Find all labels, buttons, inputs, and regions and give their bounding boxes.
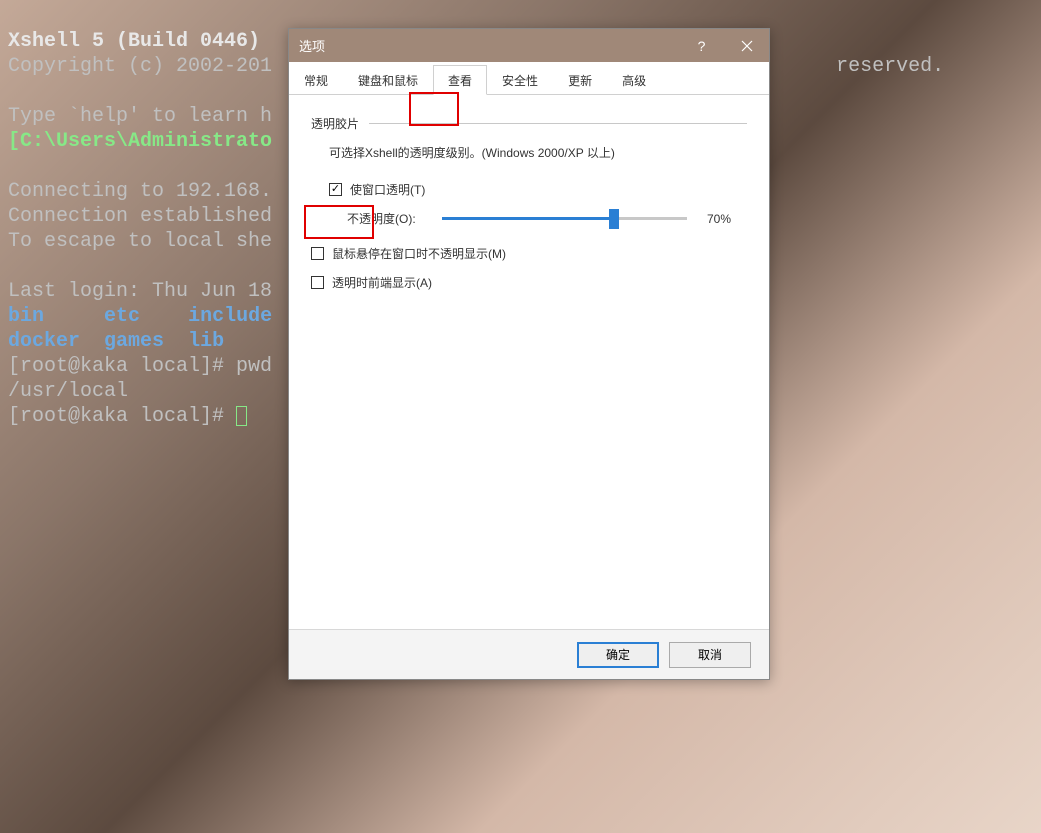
opacity-slider[interactable]	[442, 217, 687, 220]
tab-view[interactable]: 查看	[433, 65, 487, 95]
section-title: 透明胶片	[311, 115, 359, 132]
close-icon	[741, 40, 753, 52]
tab-security[interactable]: 安全性	[487, 65, 553, 94]
options-dialog: 选项 ? 常规 键盘和鼠标 查看 安全性 更新 高级 透明胶片 可选择Xshel…	[288, 28, 770, 680]
tab-keyboard-mouse[interactable]: 键盘和鼠标	[343, 65, 433, 94]
section-description: 可选择Xshell的透明度级别。(Windows 2000/XP 以上)	[329, 144, 747, 161]
terminal-cursor	[236, 406, 247, 426]
opacity-label: 不透明度(O):	[347, 210, 442, 227]
tab-update[interactable]: 更新	[553, 65, 607, 94]
dialog-button-bar: 确定 取消	[289, 629, 769, 679]
section-divider	[369, 123, 747, 124]
transparent-window-checkbox[interactable]	[329, 183, 342, 196]
always-on-top-label: 透明时前端显示(A)	[332, 274, 432, 291]
close-button[interactable]	[724, 29, 769, 62]
opacity-value: 70%	[707, 212, 731, 226]
dialog-title: 选项	[299, 36, 679, 55]
always-on-top-checkbox[interactable]	[311, 276, 324, 289]
opacity-slider-thumb[interactable]	[609, 209, 619, 229]
opaque-on-hover-checkbox[interactable]	[311, 247, 324, 260]
help-button[interactable]: ?	[679, 29, 724, 62]
opaque-on-hover-label: 鼠标悬停在窗口时不透明显示(M)	[332, 245, 506, 262]
tab-general[interactable]: 常规	[289, 65, 343, 94]
tab-advanced[interactable]: 高级	[607, 65, 661, 94]
dialog-titlebar[interactable]: 选项 ?	[289, 29, 769, 62]
opacity-slider-fill	[442, 217, 614, 220]
dialog-content: 透明胶片 可选择Xshell的透明度级别。(Windows 2000/XP 以上…	[289, 95, 769, 323]
transparent-window-label: 使窗口透明(T)	[350, 181, 425, 198]
ok-button[interactable]: 确定	[577, 642, 659, 668]
cancel-button[interactable]: 取消	[669, 642, 751, 668]
tab-strip: 常规 键盘和鼠标 查看 安全性 更新 高级	[289, 62, 769, 95]
